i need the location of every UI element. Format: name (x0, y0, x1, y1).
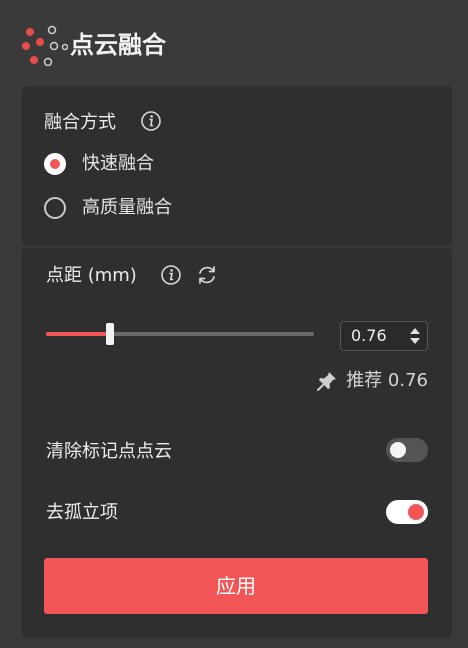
stepper-arrows-icon[interactable] (409, 326, 421, 346)
recommend-text: 推荐 0.76 (346, 370, 428, 391)
remove-isolated-toggle[interactable] (386, 500, 428, 524)
point-distance-input[interactable]: 0.76 (340, 321, 428, 351)
clear-marker-cloud-toggle[interactable] (386, 438, 428, 462)
point-distance-value[interactable]: 0.76 (351, 325, 387, 347)
recommend-value[interactable]: 推荐 0.76 (316, 368, 428, 394)
point-cloud-logo-icon (22, 25, 68, 67)
pin-icon[interactable] (316, 370, 338, 392)
radio-button-checked[interactable] (44, 153, 66, 175)
point-distance-label: 点距 (mm) (46, 265, 137, 286)
radio-fast-fusion[interactable]: 快速融合 (44, 150, 154, 178)
point-distance-slider[interactable] (46, 323, 314, 345)
info-icon[interactable] (140, 110, 162, 132)
remove-isolated-label: 去孤立项 (46, 502, 118, 523)
page-title: 点云融合 (70, 31, 166, 59)
slider-thumb[interactable] (106, 323, 115, 345)
clear-marker-cloud-label: 清除标记点点云 (46, 441, 172, 462)
info-icon[interactable] (160, 264, 182, 286)
slider-fill (46, 332, 111, 336)
apply-button[interactable]: 应用 (44, 558, 428, 614)
refresh-icon[interactable] (196, 264, 218, 286)
radio-button[interactable] (44, 197, 66, 219)
radio-high-quality-fusion[interactable]: 高质量融合 (44, 194, 172, 222)
toggle-knob (408, 504, 424, 520)
toggle-knob (390, 442, 406, 458)
radio-label: 快速融合 (82, 153, 154, 174)
fusion-method-panel: 融合方式 快速融合 高质量融合 (22, 86, 452, 246)
radio-label: 高质量融合 (82, 197, 172, 218)
header: 点云融合 (0, 0, 468, 86)
fusion-method-label: 融合方式 (44, 112, 116, 133)
settings-panel: 点距 (mm) 0.76 推荐 0.76 清除标记点点云 去孤立项 应用 (22, 248, 452, 638)
